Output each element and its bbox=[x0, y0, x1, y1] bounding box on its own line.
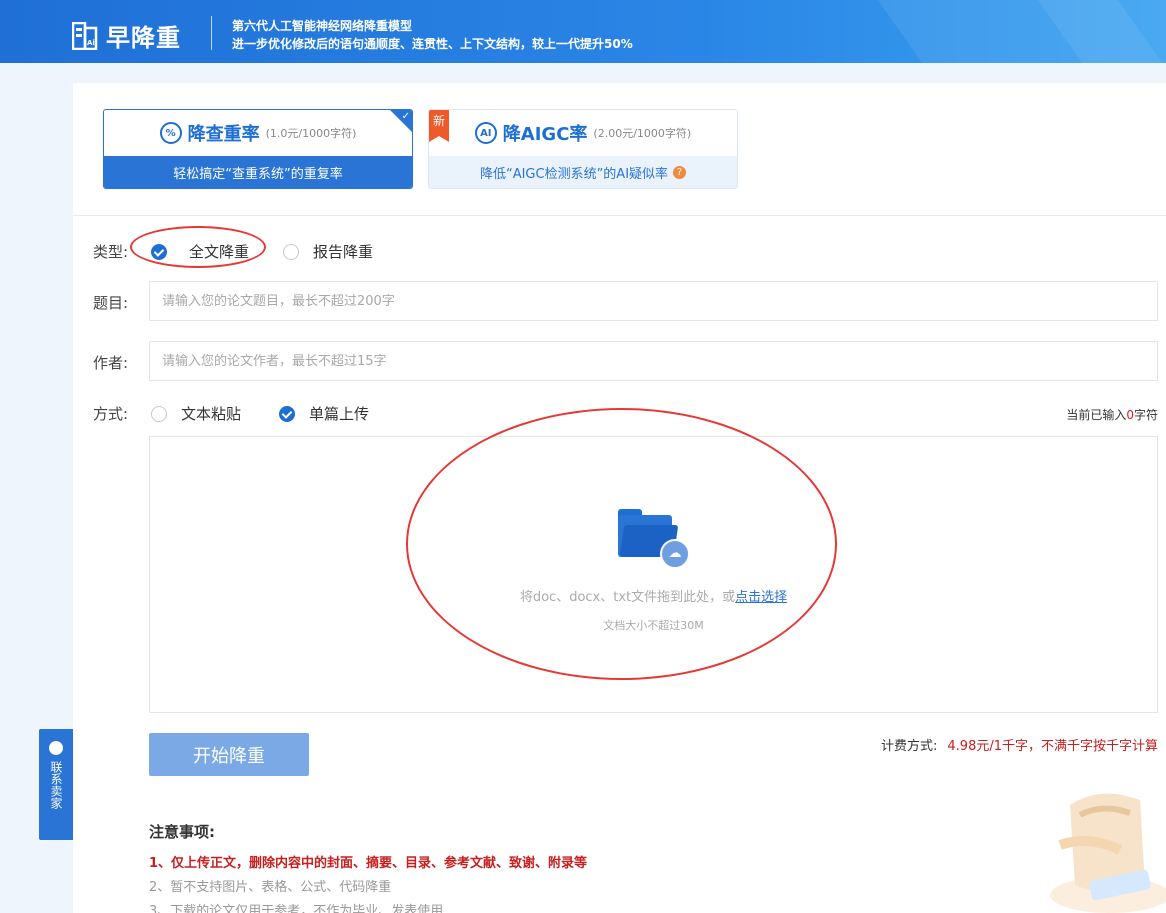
char-counter: 当前已输入0字符 bbox=[1066, 406, 1158, 423]
tab-description: 轻松搞定“查重系统”的重复率 bbox=[104, 156, 412, 188]
radio-icon[interactable] bbox=[283, 243, 299, 260]
counter-prefix: 当前已输入 bbox=[1066, 408, 1127, 422]
header-tagline-2: 进一步优化修改后的语句通顺度、连贯性、上下文结构，较上一代提升50% bbox=[232, 37, 633, 51]
decorative-illustration bbox=[1030, 775, 1166, 913]
upload-hint: 将doc、docx、txt文件拖到此处，或点击选择 bbox=[150, 586, 1157, 605]
author-input[interactable] bbox=[149, 341, 1158, 381]
counter-suffix: 字符 bbox=[1133, 408, 1158, 422]
option-label: 全文降重 bbox=[189, 243, 250, 261]
type-option-report[interactable]: 报告降重 bbox=[283, 241, 373, 262]
method-option-paste[interactable]: 文本粘贴 bbox=[151, 403, 241, 424]
radio-icon[interactable] bbox=[151, 405, 167, 422]
price-info: 计费方式: 4.98元/1千字，不满千字按千字计算 bbox=[881, 735, 1158, 754]
contact-seller-tab[interactable]: 联系卖家 bbox=[39, 729, 73, 840]
title-input[interactable] bbox=[149, 281, 1158, 321]
contact-label: 联系卖家 bbox=[49, 761, 63, 809]
radio-checked-icon[interactable] bbox=[151, 243, 167, 260]
method-option-upload[interactable]: 单篇上传 bbox=[279, 403, 369, 424]
option-label: 单篇上传 bbox=[309, 405, 370, 423]
folder-upload-icon: ☁ bbox=[618, 509, 690, 569]
type-option-full[interactable]: 全文降重 bbox=[151, 241, 249, 262]
method-label: 方式: bbox=[93, 405, 129, 423]
note-item: 2、暂不支持图片、表格、公式、代码降重 bbox=[149, 880, 392, 895]
tab-head: AI 降AIGC率 (2.00元/1000字符) bbox=[429, 110, 737, 156]
logo-icon: Ai bbox=[71, 21, 98, 50]
counter-value: 0 bbox=[1126, 408, 1134, 422]
upload-size-limit: 文档大小不超过30M bbox=[603, 619, 704, 632]
header-tagline-1: 第六代人工智能神经网络降重模型 bbox=[232, 19, 413, 33]
cloud-upload-icon: ☁ bbox=[660, 539, 690, 569]
main-card: ✓ % 降查重率 (1.0元/1000字符) 轻松搞定“查重系统”的重复率 新 … bbox=[73, 83, 1166, 913]
tab-reduce-aigc[interactable]: 新 AI 降AIGC率 (2.00元/1000字符) 降低“AIGC检测系统”的… bbox=[428, 109, 738, 189]
ai-icon: AI bbox=[474, 122, 497, 144]
selected-corner: ✓ bbox=[390, 110, 412, 132]
logo-badge: Ai bbox=[87, 38, 95, 47]
tab-price: (2.00元/1000字符) bbox=[593, 127, 692, 140]
tab-description: 降低“AIGC检测系统”的AI疑似率 ? bbox=[429, 156, 737, 188]
radio-checked-icon[interactable] bbox=[279, 405, 295, 422]
note-item: 1、仅上传正文，删除内容中的封面、摘要、目录、参考文献、致谢、附录等 bbox=[149, 856, 588, 871]
tab-title: 降查重率 bbox=[187, 124, 260, 145]
author-label: 作者: bbox=[93, 354, 129, 372]
divider bbox=[73, 215, 1166, 216]
notes-title: 注意事项: bbox=[149, 823, 215, 841]
header-divider bbox=[211, 16, 212, 50]
option-label: 文本粘贴 bbox=[181, 405, 242, 423]
note-item: 3、下载的论文仅用于参考，不作为毕业、发表使用 bbox=[149, 904, 444, 913]
chat-icon bbox=[49, 741, 63, 755]
new-badge: 新 bbox=[429, 110, 449, 142]
upload-dropzone[interactable]: ☁ 将doc、docx、txt文件拖到此处，或点击选择 文档大小不超过30M bbox=[149, 436, 1158, 713]
type-label: 类型: bbox=[93, 243, 129, 261]
tab-reduce-plagiarism[interactable]: ✓ % 降查重率 (1.0元/1000字符) 轻松搞定“查重系统”的重复率 bbox=[103, 109, 413, 189]
price-label: 计费方式: bbox=[881, 739, 938, 754]
tab-title: 降AIGC率 bbox=[502, 124, 588, 145]
tab-price: (1.0元/1000字符) bbox=[265, 127, 357, 140]
start-button[interactable]: 开始降重 bbox=[149, 733, 309, 776]
title-label: 题目: bbox=[93, 294, 129, 312]
option-label: 报告降重 bbox=[313, 243, 374, 261]
percent-icon: % bbox=[159, 122, 182, 144]
logo[interactable]: Ai 早降重 bbox=[71, 18, 181, 53]
upload-hint-text: 将doc、docx、txt文件拖到此处，或 bbox=[519, 590, 736, 605]
help-icon[interactable]: ? bbox=[673, 165, 687, 179]
check-icon: ✓ bbox=[401, 111, 410, 122]
price-value: 4.98元/1千字，不满千字按千字计算 bbox=[947, 739, 1158, 754]
select-file-link[interactable]: 点击选择 bbox=[735, 590, 787, 605]
tab-description-text: 降低“AIGC检测系统”的AI疑似率 bbox=[479, 166, 669, 182]
top-banner: Ai 早降重 第六代人工智能神经网络降重模型 进一步优化修改后的语句通顺度、连贯… bbox=[0, 0, 1166, 63]
tab-head: % 降查重率 (1.0元/1000字符) bbox=[104, 110, 412, 156]
logo-text: 早降重 bbox=[106, 24, 181, 52]
